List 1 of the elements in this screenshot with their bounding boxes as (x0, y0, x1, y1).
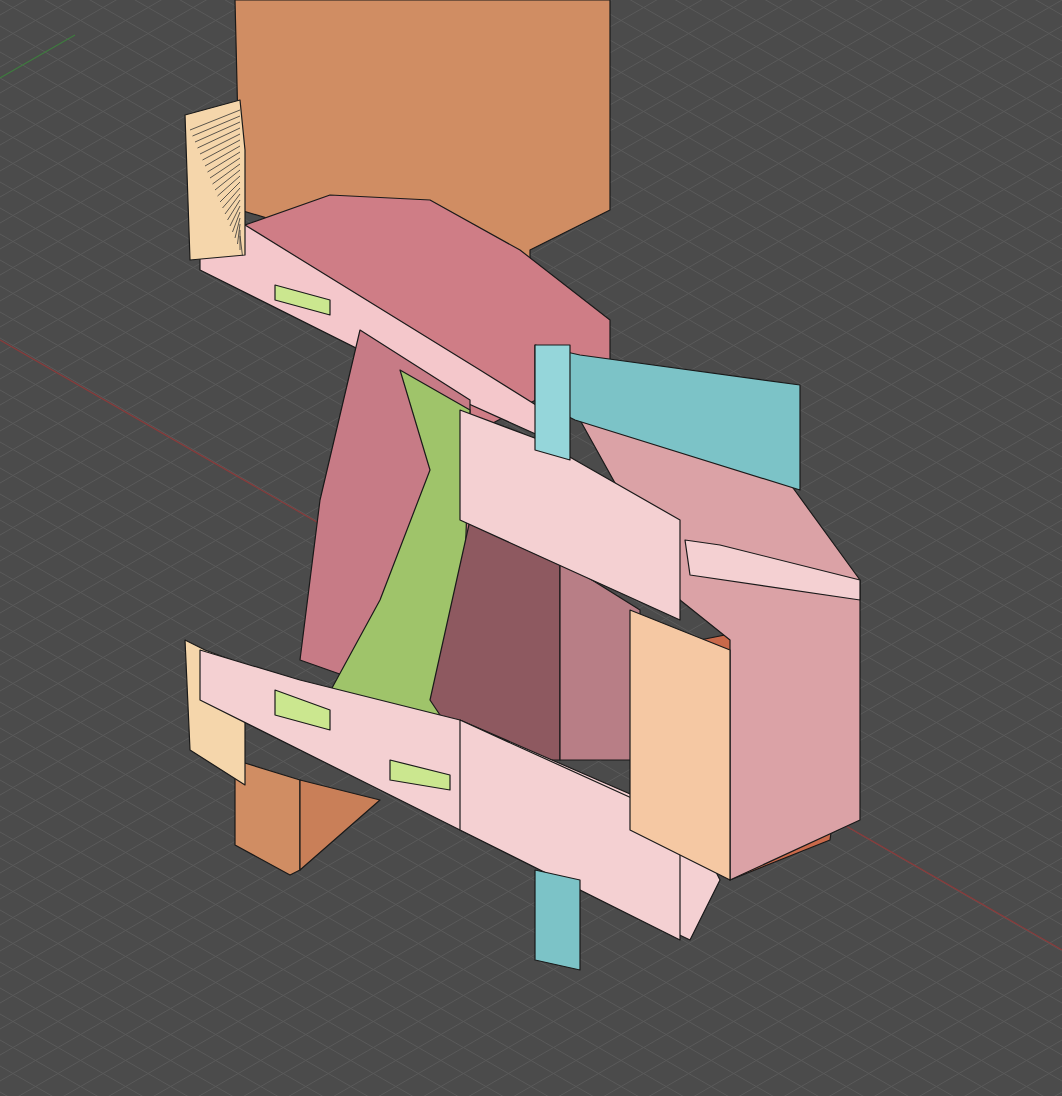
section-view-drawing[interactable] (184, 0, 861, 971)
